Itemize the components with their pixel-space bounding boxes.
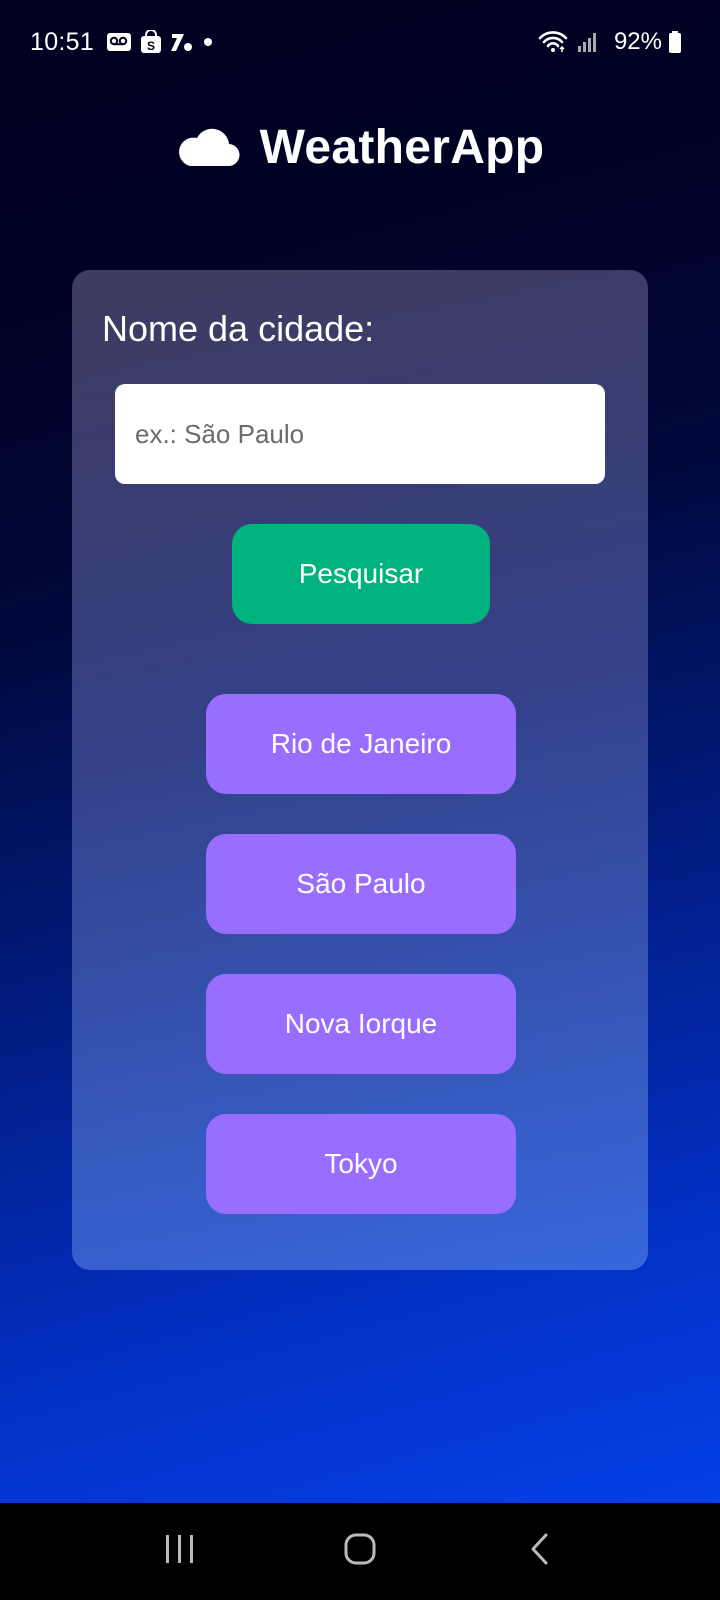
signal-icon xyxy=(576,31,598,53)
back-icon xyxy=(528,1532,552,1571)
city-button-tokyo[interactable]: Tokyo xyxy=(206,1114,516,1214)
status-right: 92% xyxy=(538,28,690,56)
wifi-icon xyxy=(538,30,568,54)
search-button[interactable]: Pesquisar xyxy=(232,524,490,624)
back-button[interactable] xyxy=(500,1517,580,1587)
app-header: WeatherApp xyxy=(0,112,720,182)
city-search-input[interactable] xyxy=(115,384,605,484)
voicemail-icon xyxy=(106,31,132,53)
svg-text:S: S xyxy=(147,39,155,53)
search-card: Nome da cidade: Pesquisar Rio de Janeiro… xyxy=(72,270,648,1270)
cloud-icon xyxy=(176,122,240,173)
city-name-label: Nome da cidade: xyxy=(102,308,375,349)
battery-icon xyxy=(668,30,682,54)
city-button-rio-de-janeiro[interactable]: Rio de Janeiro xyxy=(206,694,516,794)
status-time: 10:51 xyxy=(30,27,95,56)
shopping-bag-icon: S xyxy=(140,30,162,54)
recent-apps-icon xyxy=(163,1533,197,1570)
app-notification-icon xyxy=(170,31,194,53)
app-title: WeatherApp xyxy=(259,120,545,174)
dot-icon xyxy=(202,36,214,48)
navigation-bar xyxy=(0,1503,720,1600)
city-button-sao-paulo[interactable]: São Paulo xyxy=(206,834,516,934)
recent-apps-button[interactable] xyxy=(140,1517,220,1587)
status-left: 10:51 S xyxy=(30,28,222,57)
battery-percent: 92% xyxy=(613,28,662,55)
home-icon xyxy=(343,1532,377,1571)
home-button[interactable] xyxy=(320,1517,400,1587)
status-bar: 10:51 S 92% xyxy=(0,0,720,84)
city-button-nova-iorque[interactable]: Nova Iorque xyxy=(206,974,516,1074)
